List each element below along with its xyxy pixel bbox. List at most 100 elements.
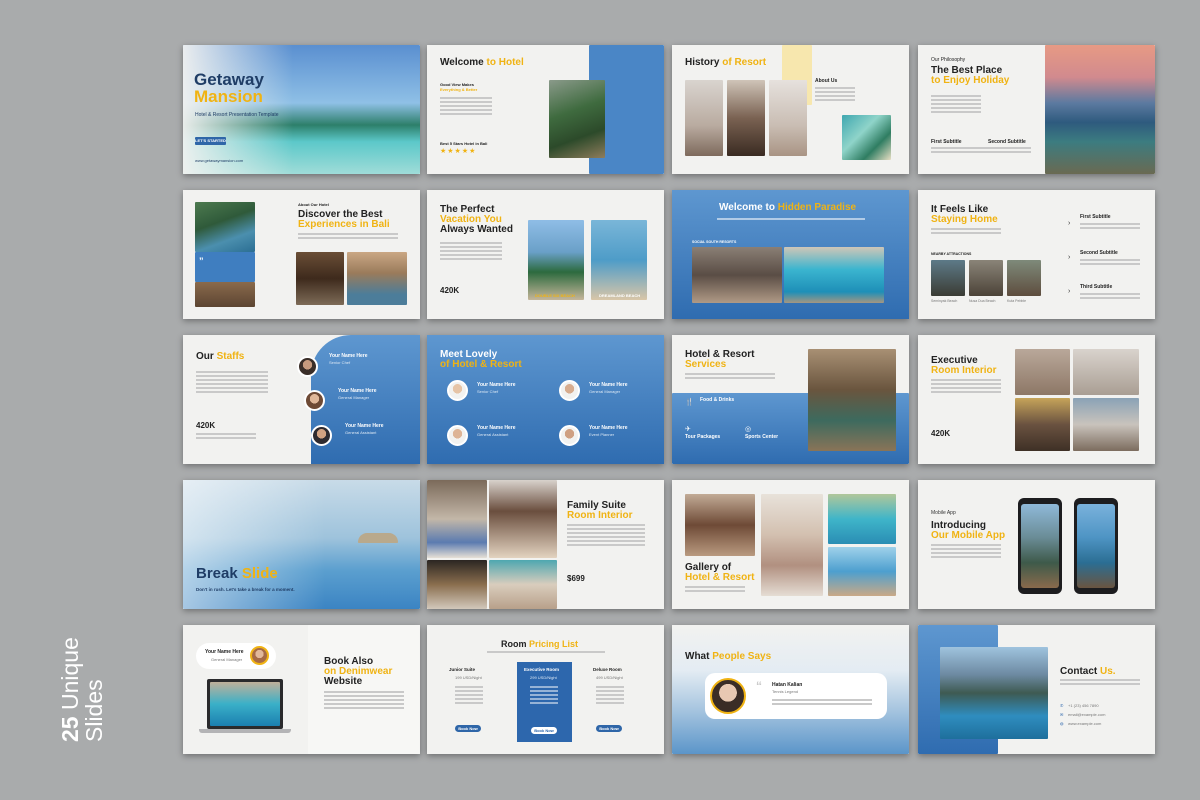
vacation-paragraph xyxy=(440,242,502,262)
umbrella-shape xyxy=(358,533,398,543)
avatar xyxy=(559,380,580,401)
guests-dining-photo xyxy=(692,247,782,303)
philosophy-paragraph xyxy=(931,95,981,115)
arrow-right-icon: › xyxy=(1068,254,1071,261)
lamp-photo xyxy=(427,560,487,609)
pool-palm-photo xyxy=(195,202,255,252)
book-title-3: Website xyxy=(324,676,363,687)
deluxe-book-now-button[interactable]: Book Now xyxy=(596,725,622,732)
testimonial-title: What People Says xyxy=(685,651,771,662)
pool-girl-photo xyxy=(828,494,896,544)
meet-name-3: Your Name Here xyxy=(477,425,516,431)
poolside-crowd-photo xyxy=(347,252,407,305)
slide-book-website[interactable]: Your Name Here General Manager Book Also… xyxy=(183,625,420,754)
avatar xyxy=(447,380,468,401)
executive-features xyxy=(530,686,558,706)
contact-web[interactable]: www.example.com xyxy=(1068,721,1101,726)
slide-about-hotel[interactable]: ” About Our Hotel Discover the Best Expe… xyxy=(183,190,420,319)
executive-book-now-button[interactable]: Book Now xyxy=(531,727,557,734)
slide-mobile-app[interactable]: Mobile App Introducing Our Mobile App xyxy=(918,480,1155,609)
vacation-title-3: Always Wanted xyxy=(440,224,513,235)
slide-executive-room[interactable]: Executive Room Interior 420K xyxy=(918,335,1155,464)
slide-hidden-paradise[interactable]: Welcome to Hidden Paradise SOCIAL SOUTH … xyxy=(672,190,909,319)
plane-icon: ✈ xyxy=(685,426,691,433)
attraction-photo-1 xyxy=(931,260,965,296)
arrow-right-icon: › xyxy=(1068,288,1071,295)
home-second-subtitle: Second Subtitle xyxy=(1080,250,1118,256)
slide-family-suite[interactable]: Family Suite Room Interior $699 xyxy=(427,480,664,609)
deluxe-label: Deluxe Room xyxy=(593,667,622,672)
junior-features xyxy=(455,686,483,706)
staffs-title-word: Our xyxy=(196,351,214,362)
testimonial-name: Hatan Kalian xyxy=(772,682,803,688)
slide-gallery[interactable]: Gallery of Hotel & Resort xyxy=(672,480,909,609)
slide-cover[interactable]: Getaway Mansion Hotel & Resort Presentat… xyxy=(183,45,420,174)
about-paragraph xyxy=(815,87,855,103)
about-text xyxy=(298,233,398,241)
second-subtitle: Second Subtitle xyxy=(988,139,1026,145)
paradise-title: Welcome to Hidden Paradise xyxy=(719,202,856,213)
break-title-accent: Slide xyxy=(241,565,278,582)
pricing-title-accent: Pricing List xyxy=(529,639,579,649)
staff-role-3: General Assistant xyxy=(345,430,377,435)
suite-room-photo xyxy=(489,560,557,609)
history-title-accent: of Resort xyxy=(722,57,767,68)
woman-standing-photo xyxy=(727,80,765,156)
slide-pricing[interactable]: Room Pricing List Junior Suite 199 USD/N… xyxy=(427,625,664,754)
avatar xyxy=(304,390,325,411)
attraction-photo-2 xyxy=(969,260,1003,296)
pricing-paragraph xyxy=(487,651,605,655)
mountain-pool-photo xyxy=(940,647,1048,739)
quote-box xyxy=(195,252,255,282)
slide-break[interactable]: Break Slide Don't in rush. Let's take a … xyxy=(183,480,420,609)
lets-started-button[interactable]: LET'S STARTED xyxy=(195,137,226,145)
slide-welcome-hotel[interactable]: Welcome to Hotel Good View Makes Everyth… xyxy=(427,45,664,174)
pricing-col-deluxe: Deluxe Room 499 USD/Night Book Now xyxy=(593,662,633,738)
woman-sunglasses-photo xyxy=(769,80,807,156)
slide-testimonial[interactable]: What People Says “ Hatan Kalian Tennis L… xyxy=(672,625,909,754)
welcome-title: Welcome to Hotel xyxy=(440,57,524,68)
slide-philosophy[interactable]: Our Philosophy The Best Place to Enjoy H… xyxy=(918,45,1155,174)
globe-icon: ◍ xyxy=(1060,721,1064,726)
book-paragraph xyxy=(324,691,404,711)
contact-email[interactable]: email@example.com xyxy=(1068,712,1105,717)
junior-book-now-button[interactable]: Book Now xyxy=(455,725,481,732)
exec-stat: 420K xyxy=(931,429,951,438)
cover-subtitle: Hotel & Resort Presentation Template xyxy=(195,112,279,118)
slide-our-staffs[interactable]: Our Staffs 420K Your Name Here Senior Ch… xyxy=(183,335,420,464)
couple-photo xyxy=(685,494,755,556)
woman-reading-photo xyxy=(685,80,723,156)
break-title-word: Break xyxy=(196,565,238,582)
exec-title-2: Room Interior xyxy=(931,365,997,376)
phone-icon: ✆ xyxy=(1060,703,1064,708)
suite-bed-photo xyxy=(427,480,487,558)
slide-staying-home[interactable]: It Feels Like Staying Home NEARBY ATTRAC… xyxy=(918,190,1155,319)
service-sports: Sports Center xyxy=(745,434,779,440)
stars-label: Best 5 Stars Hotel in Bali xyxy=(440,141,488,146)
quote-icon: ” xyxy=(199,256,204,266)
caption-number: 25 xyxy=(57,716,83,742)
cover-url[interactable]: www.getawaymansion.com xyxy=(195,158,243,163)
avatar xyxy=(297,356,318,377)
caption-dreamland: DREAMLAND BEACH xyxy=(599,293,641,298)
staffs-stat: 420K xyxy=(196,421,216,430)
app-title-2: Our Mobile App xyxy=(931,530,1006,541)
template-preview-board: 25 Unique Slides Getaway Mansion Hotel &… xyxy=(0,0,1200,800)
slide-perfect-vacation[interactable]: The Perfect Vacation You Always Wanted 4… xyxy=(427,190,664,319)
home-title-2: Staying Home xyxy=(931,214,998,225)
suite-title-2: Room Interior xyxy=(567,510,633,521)
slide-contact[interactable]: Contact Us. ✆ +1 (23) 456 7890 ✉ email@e… xyxy=(918,625,1155,754)
history-title-word: History xyxy=(685,57,720,68)
contact-paragraph xyxy=(1060,679,1140,687)
slide-meet-lovely[interactable]: Meet Lovely of Hotel & Resort Your Name … xyxy=(427,335,664,464)
arrow-right-icon: › xyxy=(1068,220,1071,227)
philosophy-title-2: to Enjoy Holiday xyxy=(931,75,1010,86)
bedroom-photo-4 xyxy=(1073,398,1139,451)
slide-services[interactable]: Hotel & Resort Services 🍴 Food & Drinks … xyxy=(672,335,909,464)
junior-label: Junior Suite xyxy=(449,667,476,672)
slide-history[interactable]: History of Resort About Us xyxy=(672,45,909,174)
pricing-title-word: Room xyxy=(501,639,527,649)
caption-word-unique: Unique xyxy=(57,637,83,711)
contact-title-word: Contact xyxy=(1060,666,1098,677)
contact-phone[interactable]: +1 (23) 456 7890 xyxy=(1068,703,1099,708)
